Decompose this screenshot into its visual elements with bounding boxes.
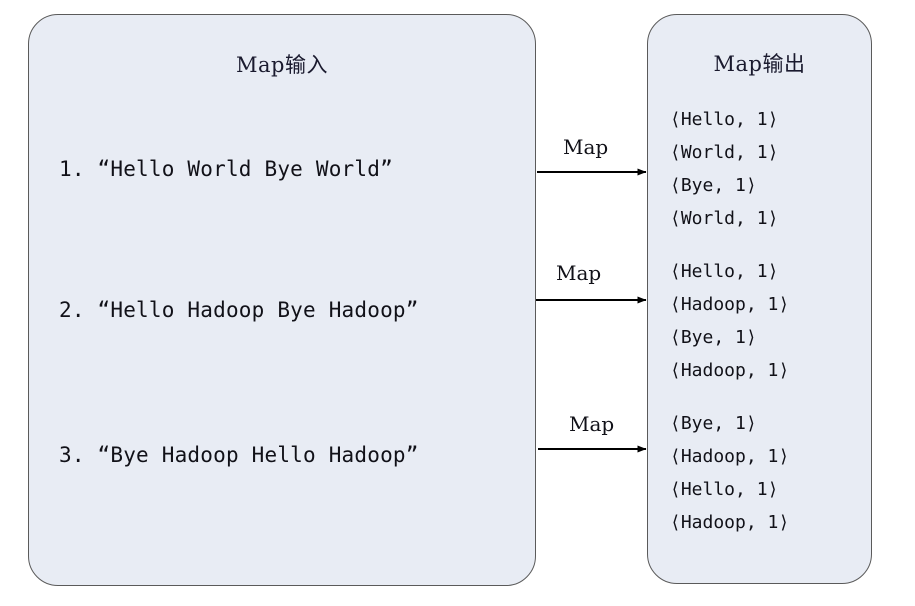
output-pair-group: ⟨Bye, 1⟩ ⟨Hadoop, 1⟩ ⟨Hello, 1⟩ ⟨Hadoop,… xyxy=(670,407,789,539)
output-pair: ⟨Hadoop, 1⟩ xyxy=(670,512,790,533)
map-input-panel-title: Map输入 xyxy=(236,53,328,77)
output-pair: ⟨Hello, 1⟩ xyxy=(670,479,779,500)
output-pair: ⟨Hadoop, 1⟩ xyxy=(670,294,790,315)
map-input-panel: Map输入 1. “Hello World Bye World” 2. “Hel… xyxy=(28,14,536,586)
output-pair: ⟨Hello, 1⟩ xyxy=(670,109,779,130)
map-output-panel: Map输出 ⟨Hello, 1⟩ ⟨World, 1⟩ ⟨Bye, 1⟩ ⟨Wo… xyxy=(647,14,872,584)
input-line-item: 1. “Hello World Bye World” xyxy=(59,157,393,181)
output-pair: ⟨Hadoop, 1⟩ xyxy=(670,360,790,381)
map-output-panel-title: Map输出 xyxy=(713,52,806,76)
map-arrow-1-label: Map xyxy=(563,135,609,159)
output-pair: ⟨Bye, 1⟩ xyxy=(670,175,757,196)
input-line-item: 3. “Bye Hadoop Hello Hadoop” xyxy=(59,443,419,467)
output-pair: ⟨Hello, 1⟩ xyxy=(670,261,779,282)
input-line-item: 2. “Hello Hadoop Bye Hadoop” xyxy=(59,298,419,322)
output-pair: ⟨Bye, 1⟩ xyxy=(670,327,757,348)
output-pair: ⟨World, 1⟩ xyxy=(670,142,779,163)
output-pair: ⟨Hadoop, 1⟩ xyxy=(670,446,790,467)
map-arrow-2-label: Map xyxy=(556,261,602,285)
map-arrow-3-label: Map xyxy=(569,412,615,436)
output-pair: ⟨World, 1⟩ xyxy=(670,208,779,229)
output-pair-group: ⟨Hello, 1⟩ ⟨World, 1⟩ ⟨Bye, 1⟩ ⟨World, 1… xyxy=(670,103,778,235)
output-pair: ⟨Bye, 1⟩ xyxy=(670,413,757,434)
output-pair-group: ⟨Hello, 1⟩ ⟨Hadoop, 1⟩ ⟨Bye, 1⟩ ⟨Hadoop,… xyxy=(670,255,789,387)
